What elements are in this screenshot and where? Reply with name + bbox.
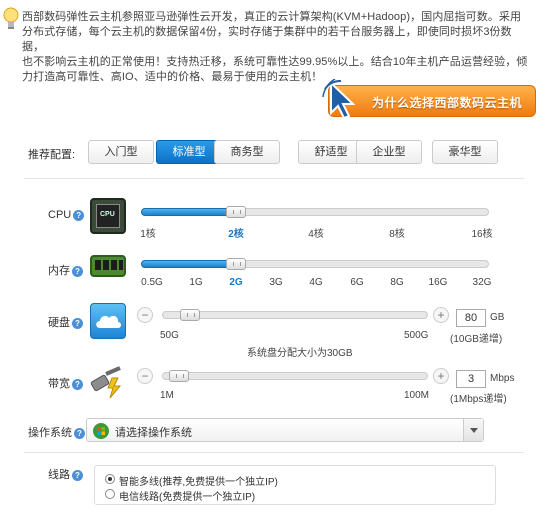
divider bbox=[24, 452, 524, 453]
cable-shape bbox=[90, 366, 122, 399]
intro-text: 西部数码弹性云主机参照亚马逊弹性云开发，真正的云计算架构(KVM+Hadoop)… bbox=[22, 10, 532, 85]
bandwidth-unit: Mbps bbox=[490, 373, 515, 384]
help-icon[interactable]: ? bbox=[74, 427, 85, 439]
preset-basic[interactable]: 入门型 bbox=[88, 140, 154, 164]
intro-line: 分布式存储，每个云主机的数据保留4份，实时存储于集群中的若干台服务器上，即使同时… bbox=[22, 26, 512, 53]
bandwidth-step-note: (1Mbps递增) bbox=[450, 394, 507, 405]
bandwidth-input[interactable]: 3 bbox=[456, 370, 486, 388]
memory-tick[interactable]: 6G bbox=[350, 277, 363, 288]
preset-business[interactable]: 商务型 bbox=[214, 140, 280, 164]
why-choose-label: 为什么选择西部数码云主机 bbox=[372, 96, 523, 110]
divider bbox=[24, 178, 524, 179]
bandwidth-slider-track[interactable] bbox=[162, 372, 428, 380]
disk-label-text: 硬盘 bbox=[48, 317, 70, 329]
disk-label: 硬盘? bbox=[48, 314, 83, 330]
line-option-label[interactable]: 电信线路(免费提供一个独立IP) bbox=[119, 488, 255, 503]
cpu-tick[interactable]: 4核 bbox=[308, 225, 324, 240]
disk-step-note: (10GB递增) bbox=[450, 334, 503, 345]
bandwidth-label: 带宽? bbox=[48, 375, 83, 391]
cpu-chip-text: CPU bbox=[100, 211, 115, 218]
bandwidth-label-text: 带宽 bbox=[48, 378, 70, 390]
help-icon[interactable]: ? bbox=[72, 378, 83, 390]
help-icon[interactable]: ? bbox=[72, 317, 83, 329]
preset-label: 推荐配置: bbox=[28, 149, 76, 161]
os-select[interactable]: 请选择操作系统 bbox=[86, 418, 484, 442]
preset-comfort[interactable]: 舒适型 bbox=[298, 140, 364, 164]
network-cable-icon bbox=[90, 364, 126, 400]
memory-tick[interactable]: 3G bbox=[269, 277, 282, 288]
bandwidth-decrease-button[interactable]: − bbox=[137, 368, 153, 384]
cpu-tick[interactable]: 16核 bbox=[471, 225, 492, 240]
memory-label-text: 内存 bbox=[48, 265, 70, 277]
cursor-arrow-icon bbox=[322, 79, 356, 120]
memory-tick[interactable]: 16G bbox=[429, 277, 448, 288]
line-option-label[interactable]: 智能多线(推荐,免费提供一个独立IP) bbox=[119, 473, 278, 488]
line-label-text: 线路 bbox=[48, 469, 70, 481]
help-icon[interactable]: ? bbox=[72, 265, 83, 277]
bandwidth-max-label: 100M bbox=[404, 390, 430, 401]
memory-slider-fill bbox=[141, 260, 235, 268]
line-label: 线路? bbox=[48, 466, 83, 482]
disk-size-input[interactable]: 80 bbox=[456, 309, 486, 327]
cpu-label-text: CPU bbox=[48, 209, 72, 221]
cpu-slider-handle[interactable] bbox=[226, 206, 246, 218]
bandwidth-min-label: 1M bbox=[160, 390, 174, 401]
disk-increase-button[interactable]: + bbox=[433, 307, 449, 323]
chevron-down-icon[interactable] bbox=[463, 419, 483, 441]
memory-tick[interactable]: 0.5G bbox=[141, 277, 163, 288]
disk-max-label: 500G bbox=[404, 330, 429, 341]
preset-enterprise[interactable]: 企业型 bbox=[356, 140, 422, 164]
line-radio-smart[interactable] bbox=[105, 474, 115, 484]
intro-line: 也不影响云主机的正常使用！支持热迁移，系统可靠性达99.95%以上。结合10年主… bbox=[22, 56, 528, 68]
disk-unit: GB bbox=[490, 312, 505, 323]
why-choose-button[interactable]: 为什么选择西部数码云主机 bbox=[322, 79, 536, 120]
windows-logo-icon bbox=[93, 423, 109, 439]
memory-tick[interactable]: 8G bbox=[390, 277, 403, 288]
os-label-text: 操作系统 bbox=[28, 427, 72, 439]
preset-standard[interactable]: 标准型 bbox=[156, 140, 222, 164]
memory-label: 内存? bbox=[48, 262, 83, 278]
os-select-value: 请选择操作系统 bbox=[115, 427, 192, 439]
cloud-icon bbox=[90, 303, 126, 339]
disk-decrease-button[interactable]: − bbox=[137, 307, 153, 323]
preset-luxury[interactable]: 豪华型 bbox=[432, 140, 498, 164]
os-label: 操作系统? bbox=[28, 424, 85, 440]
memory-tick[interactable]: 32G bbox=[473, 277, 492, 288]
memory-tick[interactable]: 1G bbox=[189, 277, 202, 288]
cloud-shape bbox=[96, 315, 121, 328]
line-options: 智能多线(推荐,免费提供一个独立IP) 电信线路(免费提供一个独立IP) bbox=[94, 465, 496, 505]
bandwidth-increase-button[interactable]: + bbox=[433, 368, 449, 384]
intro-section: 西部数码弹性云主机参照亚马逊弹性云开发，真正的云计算架构(KVM+Hadoop)… bbox=[0, 0, 558, 83]
memory-slider-handle[interactable] bbox=[226, 258, 246, 270]
intro-line: 力打造高可靠性、高IO、适中的价格、最易于使用的云主机！ bbox=[22, 71, 323, 83]
cpu-chip-icon: CPU bbox=[90, 198, 126, 234]
disk-slider-handle[interactable] bbox=[180, 309, 201, 321]
cpu-tick[interactable]: 1核 bbox=[140, 225, 156, 240]
cpu-tick[interactable]: 8核 bbox=[389, 225, 405, 240]
lightbulb-icon bbox=[3, 7, 19, 29]
cpu-label: CPU? bbox=[48, 209, 85, 221]
memory-ram-icon bbox=[90, 255, 126, 277]
disk-system-note: 系统盘分配大小为30GB bbox=[247, 348, 353, 359]
line-radio-telecom[interactable] bbox=[105, 489, 115, 499]
memory-tick-selected[interactable]: 2G bbox=[229, 277, 242, 288]
bandwidth-slider-handle[interactable] bbox=[168, 370, 189, 382]
cpu-slider-fill bbox=[141, 208, 235, 216]
disk-slider-track[interactable] bbox=[162, 311, 428, 319]
disk-min-label: 50G bbox=[160, 330, 179, 341]
help-icon[interactable]: ? bbox=[72, 469, 83, 481]
memory-tick[interactable]: 4G bbox=[309, 277, 322, 288]
help-icon[interactable]: ? bbox=[73, 209, 85, 221]
intro-line: 西部数码弹性云主机参照亚马逊弹性云开发，真正的云计算架构(KVM+Hadoop)… bbox=[22, 11, 522, 23]
cpu-tick-selected[interactable]: 2核 bbox=[228, 225, 244, 240]
